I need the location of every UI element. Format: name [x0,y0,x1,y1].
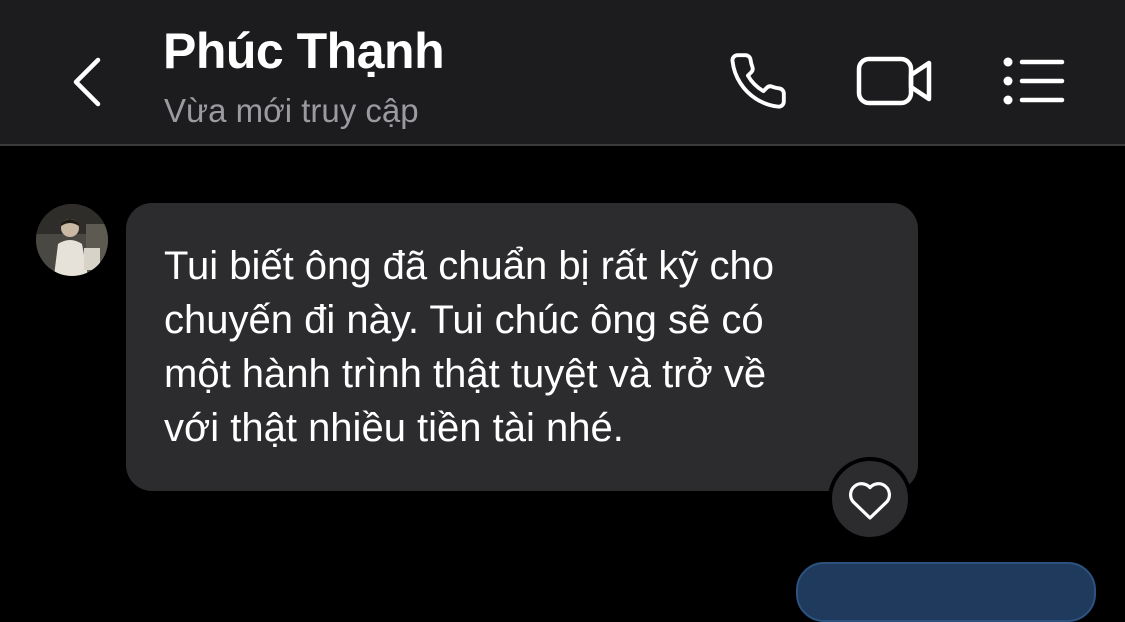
react-heart-button[interactable] [828,457,912,541]
avatar-photo [36,204,108,276]
contact-name[interactable]: Phúc Thạnh [163,22,445,80]
video-call-button[interactable] [852,50,938,112]
voice-call-button[interactable] [722,48,794,114]
avatar[interactable] [36,204,108,276]
chat-header: Phúc Thạnh Vừa mới truy cập [0,0,1125,146]
message-bubble-outgoing-partial[interactable] [796,562,1096,622]
options-menu-button[interactable] [998,52,1070,110]
message-bubble-incoming[interactable]: Tui biết ông đã chuẩn bị rất kỹ cho chuy… [126,203,918,491]
chevron-left-icon [73,57,101,107]
phone-icon [730,53,786,109]
contact-status: Vừa mới truy cập [164,92,419,129]
list-menu-icon [1003,57,1065,105]
message-text: Tui biết ông đã chuẩn bị rất kỹ cho chuy… [164,244,774,450]
video-camera-icon [856,56,932,106]
heart-outline-icon [849,482,891,520]
back-button[interactable] [60,48,114,116]
